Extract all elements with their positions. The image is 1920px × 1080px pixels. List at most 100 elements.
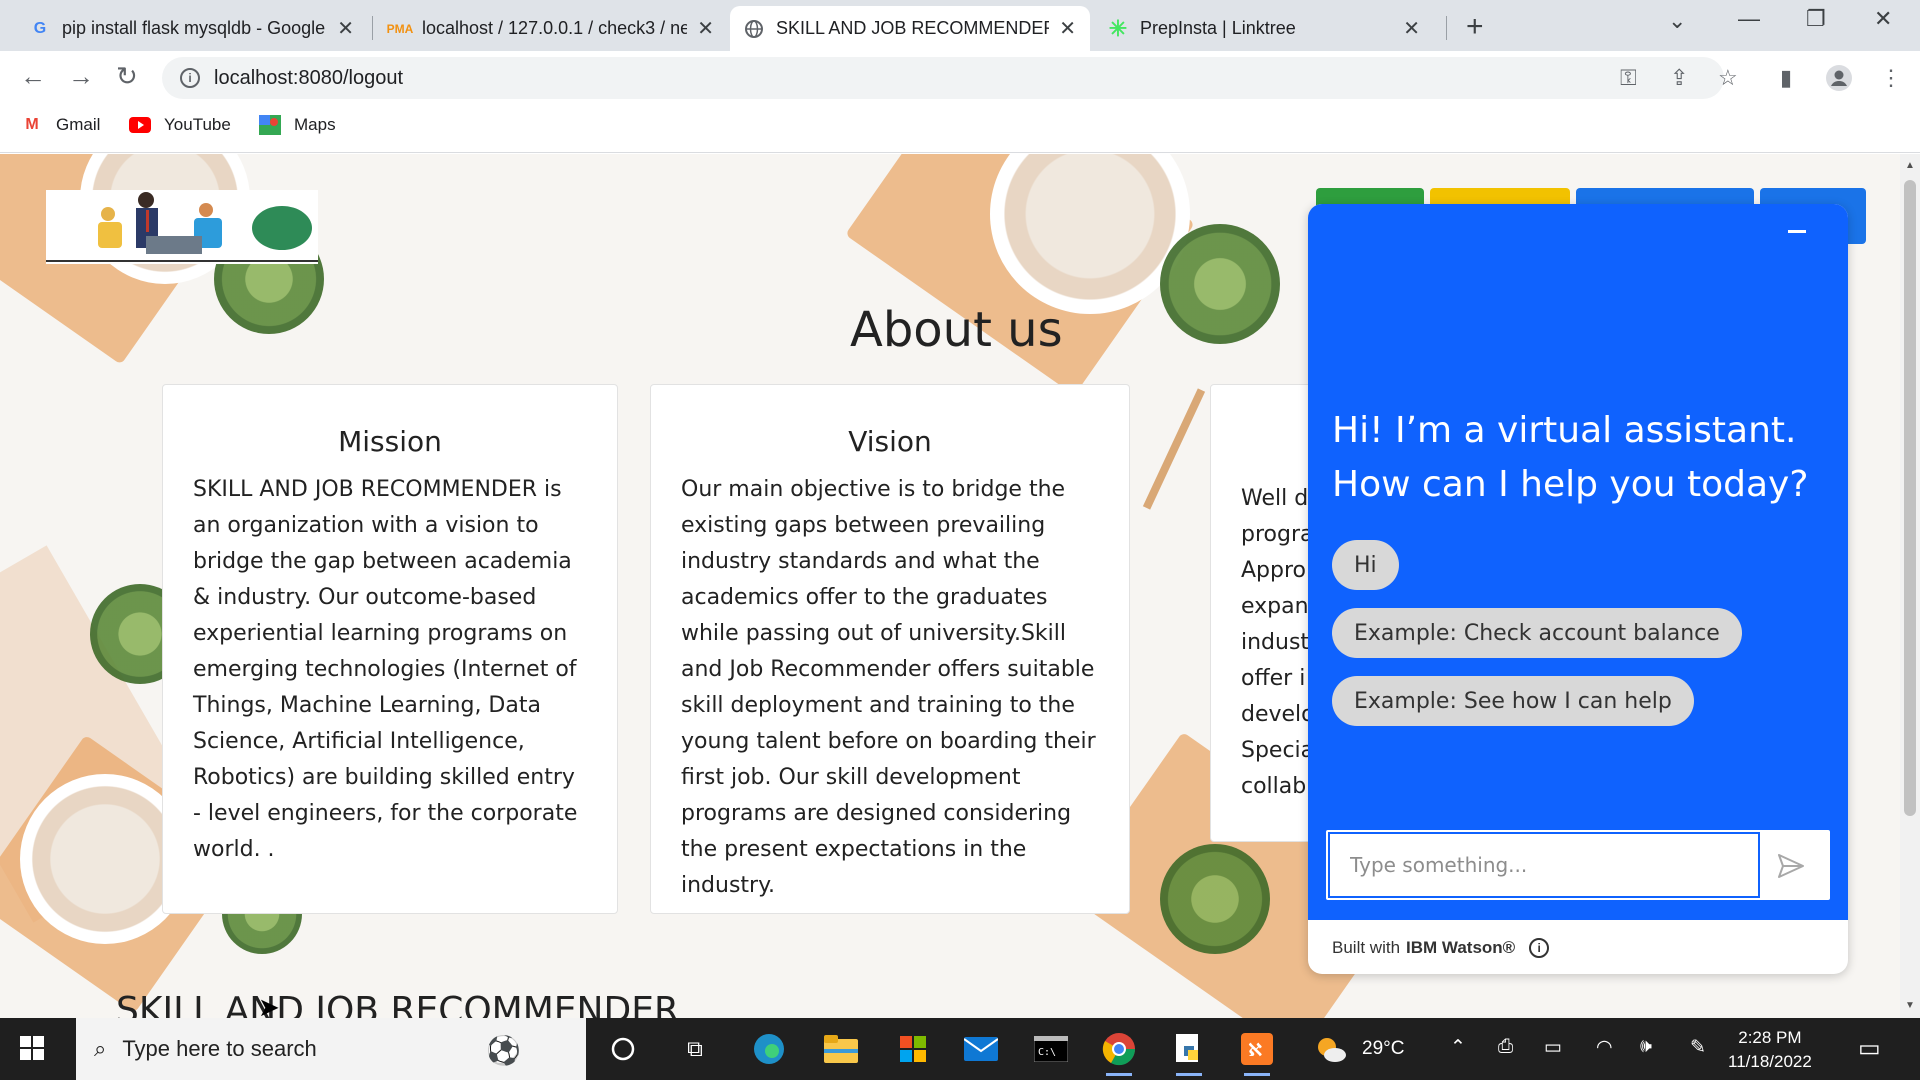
tab-search-chevron-icon[interactable]: ⌄	[1668, 8, 1686, 34]
card-text: SKILL AND JOB RECOMMENDER is an organiza…	[193, 477, 578, 862]
chat-footer: Built with IBM Watson® i	[1332, 938, 1550, 958]
mission-card: Mission SKILL AND JOB RECOMMENDER is an …	[162, 384, 618, 914]
show-hidden-icons-icon[interactable]: ⌃	[1450, 1036, 1466, 1059]
weather-icon[interactable]	[1312, 1030, 1350, 1068]
tab-divider	[1446, 16, 1447, 40]
reload-icon[interactable]: ↻	[116, 61, 138, 92]
notifications-icon[interactable]: ▭	[1858, 1034, 1881, 1063]
chat-body: Hi! I’m a virtual assistant. How can I h…	[1308, 204, 1848, 920]
vision-card: Vision Our main objective is to bridge t…	[650, 384, 1130, 914]
tab-strip: G pip install flask mysqldb - Google ✕ P…	[0, 0, 1920, 51]
key-icon[interactable]: ⚿	[1620, 65, 1637, 91]
linktree-icon: ✳	[1108, 15, 1128, 41]
bookmark-maps[interactable]: Maps	[258, 115, 336, 135]
chrome-icon[interactable]	[1100, 1030, 1138, 1076]
site-logo[interactable]	[46, 190, 318, 264]
svg-text:C:\: C:\	[1038, 1047, 1056, 1058]
file-explorer-icon[interactable]	[822, 1030, 860, 1068]
windows-taskbar: ⌕ Type here to search ⚽ ⧉ C:\ ℵ 29°C ⌃ ⎙…	[0, 1018, 1920, 1080]
chat-input-container	[1326, 830, 1830, 900]
url-text: localhost:8080/logout	[214, 66, 404, 89]
bookmarks-bar: M Gmail YouTube Maps	[0, 105, 1920, 153]
tab-phpmyadmin[interactable]: PMA localhost / 127.0.0.1 / check3 / ne …	[376, 6, 728, 51]
watson-chat-window: Hi! I’m a virtual assistant. How can I h…	[1308, 204, 1848, 974]
tab-title: localhost / 127.0.0.1 / check3 / ne	[422, 18, 688, 38]
svg-text:ℵ: ℵ	[1248, 1040, 1262, 1061]
maps-icon	[258, 115, 282, 135]
weather-temperature[interactable]: 29°C	[1362, 1038, 1404, 1060]
bookmark-label: YouTube	[164, 115, 231, 134]
terminal-icon[interactable]: C:\	[1032, 1030, 1070, 1068]
footer-brand: IBM Watson®	[1406, 938, 1516, 957]
page-scrollbar[interactable]: ▲ ▼	[1900, 154, 1920, 1018]
site-info-icon[interactable]: i	[180, 68, 200, 88]
tab-prepinsta[interactable]: ✳ PrepInsta | Linktree ✕	[1094, 6, 1434, 51]
chat-message-input[interactable]	[1328, 832, 1760, 898]
scroll-up-icon[interactable]: ▲	[1905, 160, 1915, 171]
share-icon[interactable]: ⇪	[1670, 65, 1688, 91]
windows-start-icon[interactable]	[20, 1036, 44, 1060]
google-icon: G	[33, 19, 47, 37]
scroll-down-icon[interactable]: ▼	[1905, 1000, 1915, 1011]
quick-reply-see-help[interactable]: Example: See how I can help	[1332, 676, 1694, 726]
microsoft-store-icon[interactable]	[894, 1030, 932, 1068]
clock-date: 11/18/2022	[1728, 1052, 1812, 1071]
about-us-heading: About us	[850, 302, 1063, 358]
phpmyadmin-icon: PMA	[386, 21, 414, 36]
send-icon[interactable]	[1766, 846, 1816, 886]
scrollbar-thumb[interactable]	[1904, 180, 1916, 816]
taskbar-search-box[interactable]: ⌕ Type here to search ⚽	[76, 1018, 586, 1080]
cortana-icon[interactable]	[604, 1030, 642, 1068]
edge-icon[interactable]	[750, 1030, 788, 1068]
close-icon[interactable]: ✕	[1403, 16, 1420, 41]
volume-icon[interactable]: 🕪	[1640, 1036, 1652, 1058]
meet-now-icon[interactable]: ⎙	[1498, 1036, 1513, 1058]
section-heading: SKILL AND JOB RECOMMENDER	[116, 990, 679, 1018]
bookmark-label: Maps	[294, 115, 336, 134]
youtube-icon	[128, 115, 152, 135]
restore-icon[interactable]: ❐	[1806, 6, 1826, 32]
card-title: Vision	[848, 425, 932, 458]
tab-title: PrepInsta | Linktree	[1140, 18, 1296, 38]
info-icon[interactable]: i	[1529, 938, 1550, 958]
background-pencil	[1142, 388, 1206, 510]
forward-icon[interactable]: →	[68, 61, 94, 92]
star-icon[interactable]: ☆	[1718, 65, 1738, 91]
menu-kebab-icon[interactable]: ⋮	[1880, 65, 1902, 91]
profile-icon[interactable]	[1826, 65, 1852, 97]
tab-title: pip install flask mysqldb - Google	[62, 18, 326, 38]
background-plant	[1160, 844, 1270, 954]
bookmark-gmail[interactable]: M Gmail	[20, 115, 100, 135]
tab-skill-job-recommender[interactable]: SKILL AND JOB RECOMMENDER| ✕	[730, 6, 1090, 51]
side-panel-icon[interactable]: ▮	[1780, 65, 1792, 91]
close-icon[interactable]: ✕	[697, 16, 714, 41]
tab-title: SKILL AND JOB RECOMMENDER|	[776, 18, 1050, 38]
pen-icon[interactable]: ✎	[1690, 1036, 1706, 1059]
mouse-cursor-icon: ➤	[258, 992, 280, 1018]
new-tab-icon[interactable]: +	[1466, 10, 1484, 44]
battery-icon[interactable]: ▭	[1544, 1036, 1562, 1059]
close-window-icon[interactable]: ✕	[1874, 6, 1892, 32]
close-icon[interactable]: ✕	[337, 16, 354, 41]
close-icon[interactable]: ✕	[1059, 16, 1076, 41]
back-icon[interactable]: ←	[20, 61, 46, 92]
tab-google-search[interactable]: G pip install flask mysqldb - Google ✕	[16, 6, 368, 51]
card-title: Mission	[338, 425, 442, 458]
mail-icon[interactable]	[962, 1030, 1000, 1068]
wifi-icon[interactable]: ◠	[1596, 1036, 1613, 1059]
bookmark-youtube[interactable]: YouTube	[128, 115, 231, 135]
minimize-chat-icon[interactable]	[1788, 230, 1806, 233]
footer-prefix: Built with	[1332, 938, 1401, 957]
task-view-icon[interactable]: ⧉	[676, 1030, 714, 1068]
tab-divider	[372, 16, 373, 40]
search-placeholder: Type here to search	[122, 1036, 317, 1061]
bookmark-label: Gmail	[56, 115, 101, 134]
quick-reply-check-balance[interactable]: Example: Check account balance	[1332, 608, 1742, 658]
search-icon: ⌕	[94, 1036, 107, 1061]
quick-reply-hi[interactable]: Hi	[1332, 540, 1399, 590]
system-clock[interactable]: 2:28 PM 11/18/2022	[1728, 1026, 1812, 1074]
address-bar[interactable]: i localhost:8080/logout	[162, 57, 1724, 99]
python-idle-icon[interactable]	[1170, 1030, 1208, 1076]
xampp-icon[interactable]: ℵ	[1238, 1030, 1276, 1076]
minimize-icon[interactable]: —	[1738, 6, 1760, 32]
